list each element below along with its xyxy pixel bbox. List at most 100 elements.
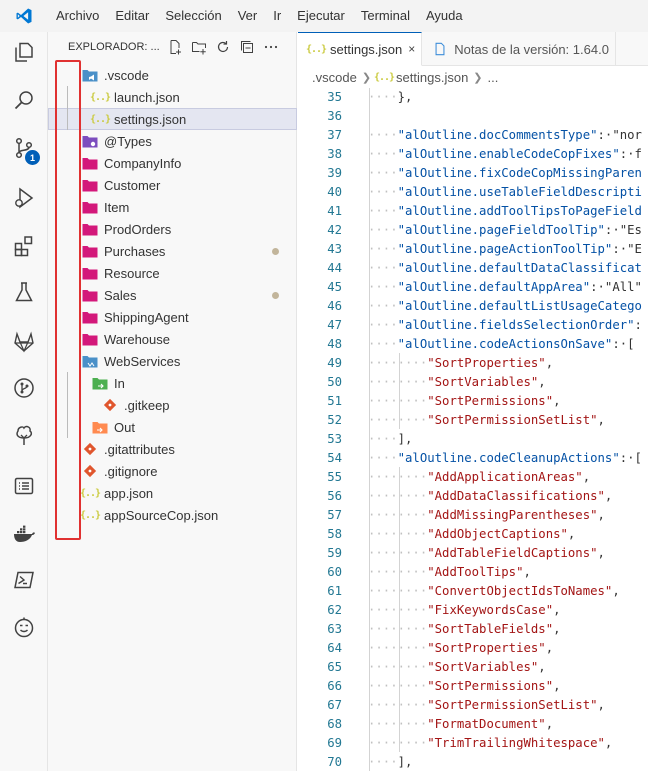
menu-item[interactable]: Archivo bbox=[48, 0, 107, 32]
code-line: 48 ····"alOutline.codeActionsOnSave":·[ bbox=[298, 334, 648, 353]
tree-item[interactable]: Item bbox=[48, 196, 297, 218]
git-graph-activity[interactable] bbox=[0, 366, 48, 410]
tree-item[interactable]: WebServices bbox=[48, 350, 297, 372]
tree-item[interactable]: In bbox=[48, 372, 297, 394]
close-icon[interactable]: × bbox=[408, 42, 415, 56]
breadcrumb-symbol[interactable]: ... bbox=[488, 70, 499, 85]
folder-icon bbox=[82, 224, 98, 236]
docker-activity[interactable] bbox=[0, 512, 48, 556]
git-file-icon bbox=[83, 464, 97, 478]
tree-item[interactable]: Purchases bbox=[48, 240, 297, 262]
list-icon bbox=[14, 477, 34, 495]
tree-item[interactable]: Customer bbox=[48, 174, 297, 196]
tree-item[interactable]: {..} appSourceCop.json bbox=[48, 504, 297, 526]
folder-icon bbox=[92, 378, 108, 390]
modified-dot-icon bbox=[272, 247, 279, 255]
explorer-header: EXPLORADOR: ... bbox=[48, 32, 297, 62]
breadcrumb-file[interactable]: settings.json bbox=[396, 70, 468, 85]
refresh-icon[interactable] bbox=[214, 38, 232, 56]
folder-icon bbox=[82, 70, 98, 82]
file-type-icon bbox=[82, 309, 98, 325]
tree-item-label: settings.json bbox=[114, 111, 187, 127]
line-number: 70 bbox=[327, 754, 342, 769]
tree-item[interactable]: {..} app.json bbox=[48, 482, 297, 504]
menu-item[interactable]: Ayuda bbox=[418, 0, 471, 32]
powershell-icon bbox=[14, 571, 34, 589]
code-text: ········"AddApplicationAreas", bbox=[368, 469, 591, 484]
tree-activity[interactable] bbox=[0, 414, 48, 458]
tree-item[interactable]: CompanyInfo bbox=[48, 152, 297, 174]
tree-item[interactable]: @Types bbox=[48, 130, 297, 152]
code-text: ········"SortVariables", bbox=[368, 659, 546, 674]
menu-item[interactable]: Ver bbox=[230, 0, 266, 32]
code-line: 61 ········"ConvertObjectIdsToNames", bbox=[298, 581, 648, 600]
line-number: 64 bbox=[327, 640, 342, 655]
line-number: 36 bbox=[327, 108, 342, 123]
menu-item[interactable]: Terminal bbox=[353, 0, 418, 32]
highlight-box-explorer bbox=[55, 60, 81, 540]
menu-item[interactable]: Editar bbox=[107, 0, 157, 32]
code-line: 66 ········"SortPermissions", bbox=[298, 676, 648, 695]
powershell-activity[interactable] bbox=[0, 558, 48, 602]
tree-item-label: appSourceCop.json bbox=[104, 507, 219, 523]
line-number: 69 bbox=[327, 735, 342, 750]
tree-item[interactable]: Out bbox=[48, 416, 297, 438]
json-file-icon: {..} bbox=[79, 509, 101, 521]
code-text: ····"alOutline.enableCodeCopFixes":·f bbox=[368, 146, 642, 161]
file-type-icon bbox=[82, 441, 98, 457]
modified-dot-icon bbox=[272, 291, 279, 299]
menu-item[interactable]: Ir bbox=[265, 0, 289, 32]
code-line: 50 ········"SortVariables", bbox=[298, 372, 648, 391]
tree-item[interactable]: Sales bbox=[48, 284, 297, 306]
tree-item[interactable]: .gitattributes bbox=[48, 438, 297, 460]
code-editor[interactable]: 35 ····}, 36 37 ····"alOutline.docCommentsTy… bbox=[298, 88, 648, 771]
code-text: ····"alOutline.pageActionToolTip":·"E bbox=[368, 241, 642, 256]
breadcrumb-folder[interactable]: .vscode bbox=[312, 70, 357, 85]
code-line: 69 ········"TrimTrailingWhitespace", bbox=[298, 733, 648, 752]
tab-settings-json[interactable]: {..} settings.json × bbox=[298, 32, 423, 66]
list-activity[interactable] bbox=[0, 464, 48, 508]
source-control-activity[interactable]: 1 bbox=[0, 126, 48, 170]
folder-icon bbox=[82, 290, 98, 302]
tree-item[interactable]: {..} settings.json bbox=[48, 108, 297, 130]
line-number: 54 bbox=[327, 450, 342, 465]
tab-label: settings.json bbox=[330, 41, 403, 57]
tree-item[interactable]: .gitkeep bbox=[48, 394, 297, 416]
tree-item[interactable]: .vscode bbox=[48, 64, 297, 86]
collapse-icon[interactable] bbox=[238, 38, 256, 56]
menu-item[interactable]: Ejecutar bbox=[289, 0, 353, 32]
file-type-icon bbox=[82, 331, 98, 347]
smiley-activity[interactable] bbox=[0, 606, 48, 650]
extensions-activity[interactable] bbox=[0, 224, 48, 268]
explorer-activity[interactable] bbox=[0, 30, 48, 74]
gitlab-activity[interactable] bbox=[0, 320, 48, 364]
menu-item[interactable]: Selección bbox=[157, 0, 229, 32]
code-text: ········"AddToolTips", bbox=[368, 564, 531, 579]
activity-bar: 1 bbox=[0, 32, 48, 771]
tree-item[interactable]: ProdOrders bbox=[48, 218, 297, 240]
tree-item[interactable]: ShippingAgent bbox=[48, 306, 297, 328]
editor-tabs: {..} settings.json × Notas de la versión… bbox=[298, 32, 648, 66]
json-file-icon: {..} bbox=[79, 487, 101, 499]
new-file-icon[interactable] bbox=[166, 38, 184, 56]
tree-item[interactable]: .gitignore bbox=[48, 460, 297, 482]
search-activity[interactable] bbox=[0, 78, 48, 122]
code-line: 39 ····"alOutline.fixCodeCopMissingParen bbox=[298, 163, 648, 182]
folder-icon bbox=[82, 158, 98, 170]
tree-item[interactable]: Resource bbox=[48, 262, 297, 284]
vscode-logo-icon bbox=[0, 0, 48, 32]
run-debug-activity[interactable] bbox=[0, 176, 48, 220]
new-folder-icon[interactable] bbox=[190, 38, 208, 56]
testing-activity[interactable] bbox=[0, 270, 48, 314]
code-text: ····], bbox=[368, 431, 413, 446]
tree-item[interactable]: Warehouse bbox=[48, 328, 297, 350]
explorer-icon bbox=[15, 42, 33, 62]
folder-icon bbox=[82, 334, 98, 346]
tab-release-notes[interactable]: Notas de la versión: 1.64.0 bbox=[422, 32, 616, 66]
tree-item-label: launch.json bbox=[114, 89, 180, 105]
code-text: ········"TrimTrailingWhitespace", bbox=[368, 735, 613, 750]
code-text: ····}, bbox=[368, 89, 413, 104]
code-text: ········"SortVariables", bbox=[368, 374, 546, 389]
tree-item[interactable]: {..} launch.json bbox=[48, 86, 297, 108]
more-icon[interactable] bbox=[262, 38, 280, 56]
